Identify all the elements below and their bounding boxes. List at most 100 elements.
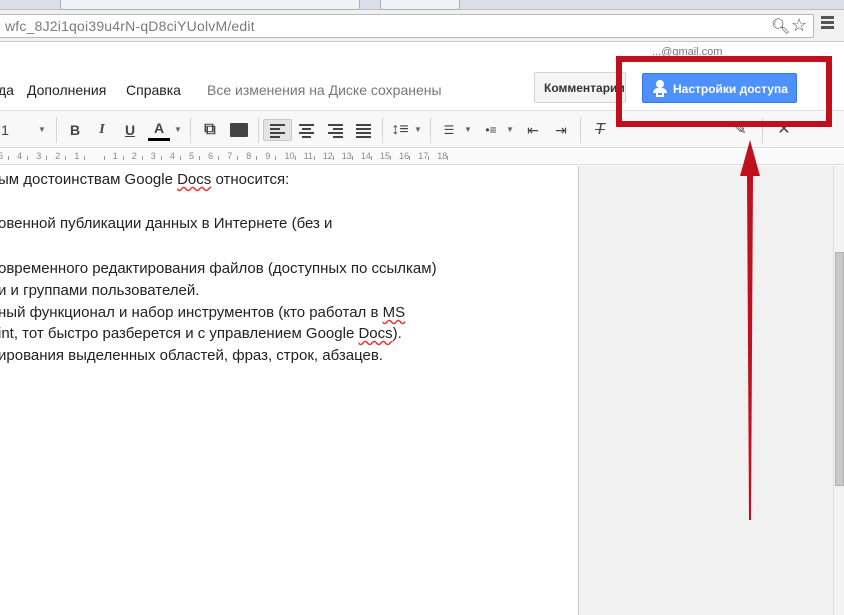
ruler-tick	[27, 156, 29, 160]
ruler-tick	[428, 156, 430, 160]
ruler-tick	[218, 156, 220, 160]
ruler-tick	[275, 156, 277, 160]
ruler-tick	[8, 156, 9, 160]
ruler-tick	[256, 156, 258, 160]
font-size-dropdown-icon[interactable]: ▼	[38, 119, 46, 141]
line-spacing-icon[interactable]: ↕≡	[388, 119, 412, 141]
text-run: овременного редактирования файлов (досту…	[0, 260, 437, 277]
new-tab-button[interactable]	[380, 0, 460, 10]
ruler-label: 1	[74, 151, 80, 161]
menu-item-view[interactable]: да	[0, 82, 14, 98]
ruler-label: 15	[380, 151, 391, 161]
star-outline-icon[interactable]: ☆	[791, 15, 807, 36]
document-text-line[interactable]: ым достоинствам Google Docs относится:	[0, 171, 289, 188]
ruler-label: 2	[55, 151, 61, 161]
ruler[interactable]: 5 4 3 2 1 1 2 3 4 5 6 7 8 9 10 11 12 13 14 15 16 17 18	[0, 149, 844, 165]
line-spacing-dropdown-icon[interactable]: ▼	[414, 119, 422, 141]
text-run: ный функционал и набор инструментов (кто…	[0, 304, 383, 321]
align-justify-button[interactable]	[350, 119, 378, 141]
ruler-tick	[179, 156, 181, 160]
vertical-scrollbar[interactable]	[833, 166, 844, 615]
save-status: Все изменения на Диске сохранены	[207, 82, 442, 98]
numbered-list-dropdown-icon[interactable]: ▼	[464, 119, 472, 141]
text-color-button[interactable]: A	[148, 119, 170, 141]
align-right-button[interactable]	[322, 119, 350, 141]
document-text-line[interactable]: ирования выделенных областей, фраз, стро…	[0, 347, 383, 364]
ruler-tick	[65, 156, 67, 160]
url-text[interactable]: wfc_8J2i1qoi39u4rN-qD8ciYUolvM/edit	[5, 18, 255, 34]
spellcheck-flagged-word[interactable]: Docs	[177, 171, 211, 188]
menu-item-addons[interactable]: Дополнения	[27, 82, 106, 98]
text-run: int, тот быстро разберется и с управлени…	[0, 325, 359, 342]
browser-tab-strip	[0, 0, 844, 10]
toolbar-divider	[580, 117, 581, 143]
text-run: ирования выделенных областей, фраз, стро…	[0, 347, 383, 364]
ruler-tick	[294, 156, 296, 160]
toolbar-divider	[56, 117, 57, 143]
document-text-line[interactable]: ный функционал и набор инструментов (кто…	[0, 304, 405, 321]
ruler-label: 12	[322, 151, 333, 161]
spellcheck-flagged-word[interactable]: MS	[383, 304, 406, 321]
annotation-arrow	[740, 140, 760, 520]
ruler-label: 2	[131, 151, 137, 161]
annotation-highlight-box	[616, 56, 832, 127]
ruler-label: 3	[150, 151, 156, 161]
ruler-tick	[351, 156, 353, 160]
link-icon[interactable]: ⧉	[198, 119, 222, 141]
ruler-label: 8	[246, 151, 252, 161]
clear-formatting-icon[interactable]: T	[589, 119, 611, 141]
document-text-line[interactable]: int, тот быстро разберется и с управлени…	[0, 325, 402, 342]
document-text-line[interactable]: овременного редактирования файлов (досту…	[0, 260, 437, 277]
magnifier-plus-icon[interactable]: 🔍︎	[771, 17, 790, 35]
browser-tab[interactable]	[60, 0, 360, 10]
bulleted-list-dropdown-icon[interactable]: ▼	[506, 119, 514, 141]
hamburger-menu-icon[interactable]	[820, 15, 836, 31]
ruler-tick	[390, 156, 391, 160]
decrease-indent-icon[interactable]: ⇤	[522, 119, 544, 141]
ruler-label: 4	[169, 151, 175, 161]
ruler-tick	[84, 156, 86, 160]
ruler-label: 17	[418, 151, 429, 161]
scrollbar-thumb[interactable]	[835, 252, 844, 486]
comments-button[interactable]: Комментарии	[534, 72, 626, 103]
underline-button[interactable]: U	[122, 119, 138, 141]
ruler-tick	[122, 156, 124, 160]
italic-button[interactable]: I	[94, 119, 110, 141]
numbered-list-icon[interactable]: ☰	[438, 119, 460, 141]
increase-indent-icon[interactable]: ⇥	[550, 119, 572, 141]
spellcheck-flagged-word[interactable]: Docs	[358, 325, 392, 342]
ruler-tick	[332, 156, 334, 160]
toolbar-divider	[190, 117, 191, 143]
ruler-label: 5	[0, 151, 4, 161]
ruler-label: 5	[189, 151, 195, 161]
document-text-line[interactable]: и и группами пользователей.	[0, 282, 199, 299]
toolbar-divider	[258, 117, 259, 143]
text-color-dropdown-icon[interactable]: ▼	[174, 119, 182, 141]
text-run: ым достоинствам Google	[0, 171, 178, 188]
ruler-label: 4	[17, 151, 23, 161]
bold-button[interactable]: B	[66, 119, 84, 141]
comment-icon[interactable]	[230, 119, 250, 141]
ruler-label: 1	[112, 151, 118, 161]
text-run: и и группами пользователей.	[0, 282, 200, 299]
toolbar-divider	[382, 117, 383, 143]
ruler-label: 14	[360, 151, 371, 161]
ruler-label: 13	[341, 151, 352, 161]
align-left-button[interactable]	[263, 119, 292, 141]
text-run: ).	[392, 325, 402, 342]
align-center-button[interactable]	[293, 119, 321, 141]
document-page[interactable]: ым достоинствам Google Docs относится: ов…	[0, 166, 579, 615]
font-size-value[interactable]: 1	[0, 119, 10, 141]
address-bar[interactable]: wfc_8J2i1qoi39u4rN-qD8ciYUolvM/edit 🔍︎ ☆	[0, 14, 814, 38]
ruler-label: 18	[437, 151, 448, 161]
menu-item-help[interactable]: Справка	[126, 82, 181, 98]
document-canvas: ым достоинствам Google Docs относится: ов…	[0, 166, 833, 615]
browser-toolbar: wfc_8J2i1qoi39u4rN-qD8ciYUolvM/edit 🔍︎ ☆	[0, 10, 844, 42]
ruler-tick	[313, 156, 315, 160]
ruler-tick	[237, 156, 239, 160]
ruler-label: 16	[399, 151, 410, 161]
ruler-tick	[46, 156, 48, 160]
document-text-line[interactable]: овенной публикации данных в Интернете (б…	[0, 215, 332, 232]
ruler-tick	[141, 156, 143, 160]
bulleted-list-icon[interactable]: •≡	[480, 119, 502, 141]
